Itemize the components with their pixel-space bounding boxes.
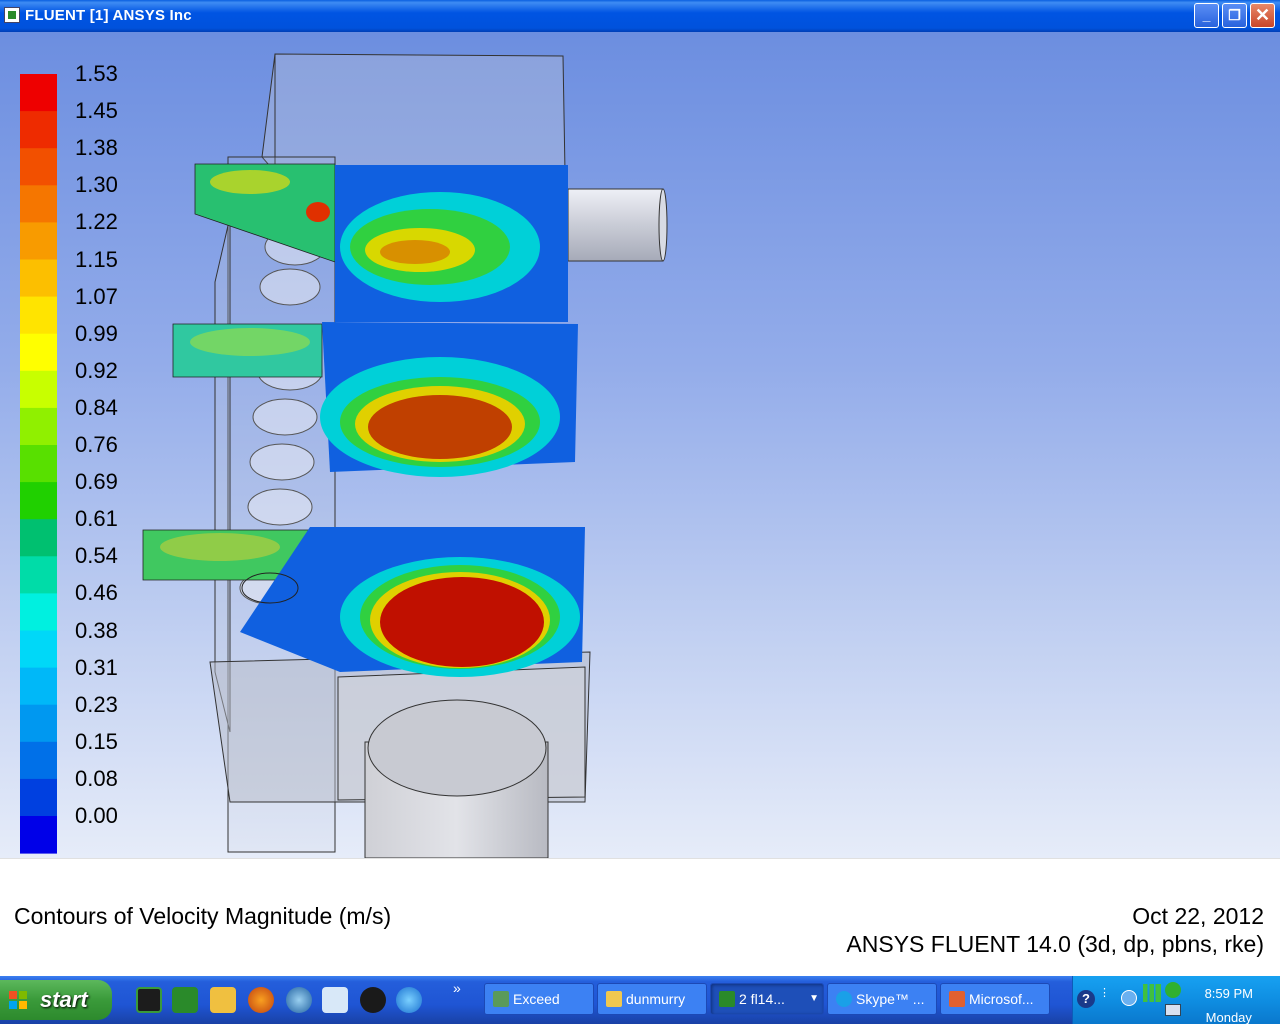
colorbar-label: 1.15: [75, 246, 118, 272]
taskbar-item-microsoft[interactable]: Microsof...: [940, 983, 1050, 1015]
colorbar-swatch: [20, 259, 57, 298]
colorbar-swatch: [20, 704, 57, 743]
fluent-launcher-icon[interactable]: [136, 987, 162, 1013]
taskbar: start » Exceed dunmurry 2 fl14... ▼ Skyp…: [0, 976, 1280, 1025]
colorbar-swatch: [20, 407, 57, 446]
solver-info: ANSYS FLUENT 14.0 (3d, dp, pbns, rke): [846, 931, 1264, 957]
outlet-pipe-right: [567, 188, 668, 262]
colorbar-swatch: [20, 74, 57, 112]
folder-icon[interactable]: [210, 987, 236, 1013]
colorbar-label: 0.38: [75, 617, 118, 643]
colorbar-label: 1.07: [75, 283, 118, 309]
fluent-icon: [719, 991, 735, 1007]
colorbar-swatch: [20, 630, 57, 669]
minimize-button[interactable]: _: [1194, 3, 1219, 28]
colorbar-label: 1.45: [75, 98, 118, 124]
colorbar-swatch: [20, 185, 57, 223]
colorbar-label: 0.00: [75, 803, 118, 828]
contour-scene: [20, 53, 668, 858]
colorbar-swatch: [20, 593, 57, 631]
colorbar-label: 0.15: [75, 728, 118, 754]
close-button[interactable]: ✕: [1250, 3, 1275, 28]
gambit-icon[interactable]: [172, 987, 198, 1013]
colorbar-label: 0.46: [75, 580, 118, 606]
colorbar-label: 0.23: [75, 691, 118, 717]
start-label: start: [40, 987, 88, 1012]
plot-title: Contours of Velocity Magnitude (m/s): [14, 903, 392, 929]
firefox-icon[interactable]: [248, 987, 274, 1013]
colorbar-swatch: [20, 445, 57, 483]
help-icon[interactable]: ?: [1077, 990, 1095, 1008]
exceed-icon: [493, 991, 509, 1007]
maximize-button[interactable]: ❐: [1222, 3, 1247, 28]
taskbar-item-exceed[interactable]: Exceed: [484, 983, 594, 1015]
colorbar-label: 0.61: [75, 506, 118, 532]
window-title: FLUENT [1] ANSYS Inc: [25, 7, 192, 24]
colorbar-label: 0.69: [75, 469, 118, 495]
colorbar-swatch: [20, 778, 57, 817]
taskbar-item-skype[interactable]: Skype™ ...: [827, 983, 937, 1015]
taskbar-item-dunmurry[interactable]: dunmurry: [597, 983, 707, 1015]
notepad-icon[interactable]: [322, 987, 348, 1013]
colorbar-swatch: [20, 370, 57, 409]
graphics-viewport[interactable]: 1.53 1.45 1.38 1.30 1.22 1.15 1.07 0.99 0.92 0.84…: [0, 32, 1280, 858]
clock-day: Monday: [1205, 1010, 1252, 1025]
colorbar-swatch: [20, 333, 57, 372]
skype-icon: [836, 991, 852, 1007]
colorbar-label: 0.76: [75, 432, 118, 457]
colorbar-label: 0.92: [75, 357, 118, 383]
colorbar-swatch: [20, 111, 57, 149]
plot-footer: Contours of Velocity Magnitude (m/s) Oct…: [0, 858, 1280, 977]
tray-options-icon[interactable]: ⋮: [1099, 986, 1113, 1012]
colorbar-swatch: [20, 667, 57, 706]
internet-explorer-icon[interactable]: [396, 987, 422, 1013]
colorbar-swatch: [20, 148, 57, 186]
taskbar-item-fluent[interactable]: 2 fl14... ▼: [710, 983, 824, 1015]
ansys-icon[interactable]: [360, 987, 386, 1013]
colorbar-swatch: [20, 519, 57, 557]
clock-time: 8:59 PM: [1204, 986, 1253, 1001]
plot-date: Oct 22, 2012: [1132, 903, 1264, 929]
signal-icon[interactable]: [1143, 984, 1161, 1002]
system-tray: ? ⋮ 8:59 PM Monday: [1072, 976, 1280, 1025]
contour-plane-bottom: [142, 527, 585, 677]
group-dropdown-icon: ▼: [809, 993, 819, 1004]
colorbar-swatch: [20, 816, 57, 854]
display-icon[interactable]: [1165, 1004, 1181, 1016]
colorbar-label: 1.22: [75, 209, 118, 235]
colorbar-label: 1.38: [75, 135, 118, 161]
tray-expand-icon[interactable]: [1121, 990, 1137, 1006]
quick-launch-more[interactable]: »: [453, 980, 461, 996]
colorbar-label: 0.54: [75, 543, 118, 569]
colorbar-swatch: [20, 556, 57, 594]
network-icon[interactable]: [286, 987, 312, 1013]
colorbar-label: 0.31: [75, 654, 118, 680]
colorbar-label: 0.99: [75, 320, 118, 346]
powerpoint-icon: [949, 991, 965, 1007]
colorbar-label: 1.30: [75, 172, 118, 198]
colorbar-label: 1.53: [75, 61, 118, 86]
colorbar-label: 0.08: [75, 765, 118, 791]
start-button[interactable]: start: [0, 980, 112, 1020]
fluent-app-icon[interactable]: [4, 7, 20, 23]
colorbar: [20, 74, 57, 854]
colorbar-swatch: [20, 222, 57, 260]
colorbar-label: 0.84: [75, 394, 118, 420]
folder-icon: [606, 991, 622, 1007]
colorbar-swatch: [20, 741, 57, 780]
title-bar: FLUENT [1] ANSYS Inc _ ❐ ✕: [0, 0, 1280, 32]
clock[interactable]: 8:59 PM Monday: [1205, 982, 1253, 1030]
windows-flag-icon: [9, 991, 27, 1009]
colorbar-swatch: [20, 482, 57, 520]
security-check-icon[interactable]: [1165, 982, 1181, 998]
outlet-pipe-bottom: [364, 699, 549, 858]
colorbar-swatch: [20, 296, 57, 335]
